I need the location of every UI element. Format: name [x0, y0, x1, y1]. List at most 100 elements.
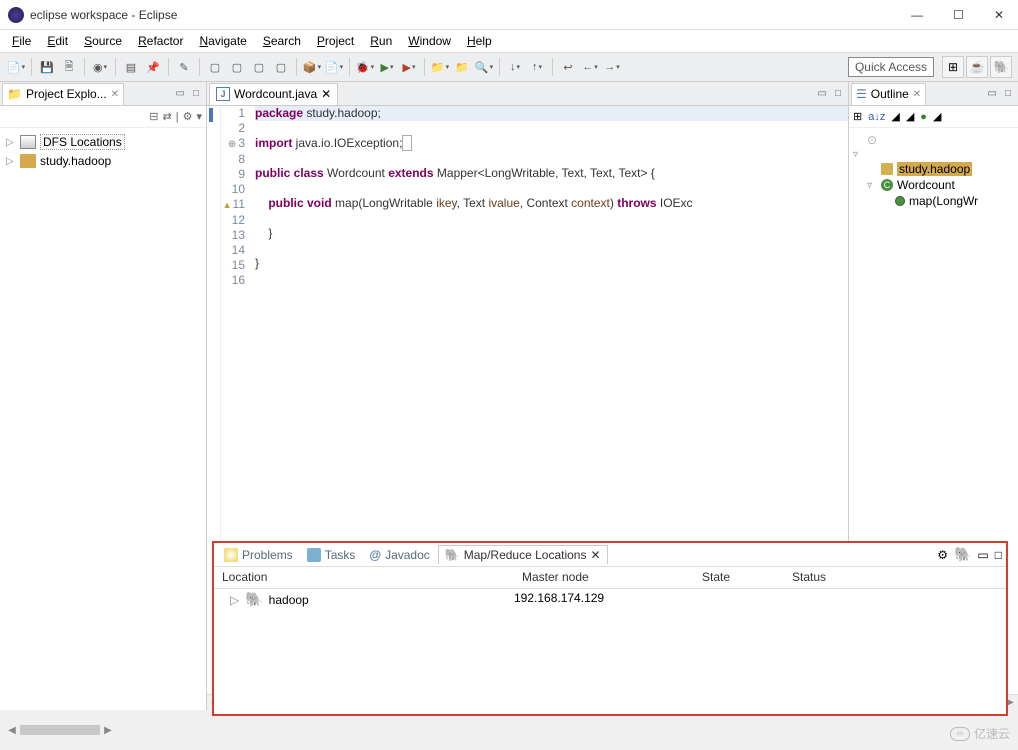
menu-project[interactable]: Project: [311, 32, 360, 50]
view-minimize-icon[interactable]: ▭: [173, 88, 188, 99]
new-button[interactable]: 📄: [6, 57, 26, 77]
status-value: [784, 591, 1006, 608]
java-perspective-button[interactable]: ☕: [966, 56, 988, 78]
step4-button[interactable]: ▢: [271, 57, 291, 77]
location-name: hadoop: [269, 593, 309, 607]
focus-icon[interactable]: ⊙: [867, 133, 877, 147]
tab-map-reduce-locations[interactable]: 🐘Map/Reduce Locations ✕: [438, 545, 608, 564]
tree-item-DFS Locations[interactable]: ▷DFS Locations: [6, 132, 200, 152]
menu-source[interactable]: Source: [78, 32, 128, 50]
prev-annot-button[interactable]: ↑: [527, 57, 547, 77]
hide-local-icon[interactable]: ◢: [933, 110, 941, 123]
java-file-icon: J: [216, 87, 230, 101]
outline-wordcount[interactable]: ▿CWordcount: [853, 177, 1014, 193]
view-menu-icon[interactable]: ▾: [196, 110, 202, 123]
project-explorer-title: Project Explo...: [26, 87, 107, 101]
editor-tab-label: Wordcount.java: [234, 87, 317, 101]
table-row[interactable]: ▷ 🐘 hadoop 192.168.174.129: [214, 589, 1006, 610]
open-type-button[interactable]: 📁: [430, 57, 450, 77]
view-maximize-icon[interactable]: □: [190, 88, 202, 99]
explorer-horizontal-scrollbar[interactable]: ◀▶: [4, 722, 204, 738]
editor-maximize-icon[interactable]: □: [832, 88, 844, 99]
breakpoint-button[interactable]: ◉: [90, 57, 110, 77]
menu-search[interactable]: Search: [257, 32, 307, 50]
run-button[interactable]: ▶: [377, 57, 397, 77]
bottom-maximize-icon[interactable]: □: [995, 548, 1002, 562]
outline-tab[interactable]: ☰ Outline ✕: [851, 83, 926, 105]
titlebar: eclipse workspace - Eclipse — ☐ ✕: [0, 0, 1018, 30]
search-button[interactable]: 🔍: [474, 57, 494, 77]
az-sort-icon[interactable]: a↓z: [868, 111, 885, 123]
col-state[interactable]: State: [694, 567, 784, 588]
close-view-icon[interactable]: ✕: [111, 89, 119, 100]
editor-minimize-icon[interactable]: ▭: [815, 88, 830, 99]
window-title: eclipse workspace - Eclipse: [30, 8, 905, 22]
menu-run[interactable]: Run: [364, 32, 398, 50]
bottom-panel: ProblemsTasks@Javadoc🐘Map/Reduce Locatio…: [212, 541, 1008, 716]
hide-nonpublic-icon[interactable]: ●: [920, 111, 927, 123]
new-java-button[interactable]: 📦: [302, 57, 322, 77]
tree-item-study-hadoop[interactable]: ▷study.hadoop: [6, 152, 200, 170]
menu-refactor[interactable]: Refactor: [132, 32, 189, 50]
step1-button[interactable]: ▢: [205, 57, 225, 77]
state-value: [694, 591, 784, 608]
menubar: FileEditSourceRefactorNavigate SearchProj…: [0, 30, 1018, 52]
open-perspective-button[interactable]: ⊞: [942, 56, 964, 78]
watermark: ∞ 亿速云: [950, 725, 1010, 742]
wand-button[interactable]: ✎: [174, 57, 194, 77]
save-all-button[interactable]: 🗎: [59, 57, 79, 77]
open-task-button[interactable]: 📁: [452, 57, 472, 77]
col-location[interactable]: Location: [214, 567, 514, 588]
menu-edit[interactable]: Edit: [41, 32, 74, 50]
project-explorer-tab[interactable]: 📁 Project Explo... ✕: [2, 83, 124, 105]
save-button[interactable]: 💾: [37, 57, 57, 77]
pin-button[interactable]: 📌: [143, 57, 163, 77]
eclipse-icon: [8, 7, 24, 23]
menu-help[interactable]: Help: [461, 32, 498, 50]
outline-maximize-icon[interactable]: □: [1002, 88, 1014, 99]
filter-icon[interactable]: ⚙: [183, 110, 193, 123]
outline-minimize-icon[interactable]: ▭: [985, 88, 1000, 99]
master-node-value: 192.168.174.129: [514, 591, 694, 608]
last-edit-button[interactable]: ↩: [558, 57, 578, 77]
debug-button[interactable]: 🐞: [355, 57, 375, 77]
link-editor-icon[interactable]: ⇄: [163, 110, 172, 123]
col-status[interactable]: Status: [784, 567, 1006, 588]
minimize-button[interactable]: —: [905, 8, 929, 22]
maximize-button[interactable]: ☐: [947, 8, 970, 22]
tab-javadoc[interactable]: @Javadoc: [363, 546, 435, 564]
quick-access-input[interactable]: Quick Access: [848, 57, 934, 77]
bottom-minimize-icon[interactable]: ▭: [977, 548, 988, 562]
back-button[interactable]: ←: [580, 57, 600, 77]
close-tab-icon[interactable]: ✕: [321, 87, 331, 101]
edit-location-icon[interactable]: 🐘: [954, 546, 971, 563]
collapse-all-icon[interactable]: ⊟: [149, 110, 158, 123]
step2-button[interactable]: ▢: [227, 57, 247, 77]
editor-tab[interactable]: J Wordcount.java ✕: [209, 83, 338, 105]
outline-study-hadoop[interactable]: study.hadoop: [853, 161, 1014, 177]
new-class-button[interactable]: 📄: [324, 57, 344, 77]
next-annot-button[interactable]: ↓: [505, 57, 525, 77]
new-location-icon[interactable]: ⚙: [937, 548, 948, 562]
hadoop-icon: 🐘: [245, 591, 262, 608]
tab-tasks[interactable]: Tasks: [301, 546, 362, 564]
ext-tools-button[interactable]: ▶: [399, 57, 419, 77]
forward-button[interactable]: →: [602, 57, 622, 77]
menu-window[interactable]: Window: [402, 32, 457, 50]
table-header: Location Master node State Status: [214, 567, 1006, 589]
close-button[interactable]: ✕: [988, 8, 1010, 22]
outline-map-longwr[interactable]: map(LongWr: [853, 193, 1014, 209]
expand-arrow-icon[interactable]: ▷: [230, 593, 239, 607]
hide-fields-icon[interactable]: ◢: [891, 110, 899, 123]
menu-file[interactable]: File: [6, 32, 37, 50]
project-explorer-view: 📁 Project Explo... ✕ ▭ □ ⊟ ⇄ | ⚙ ▾ ▷DFS …: [0, 82, 207, 710]
mapreduce-perspective-button[interactable]: 🐘: [990, 56, 1012, 78]
sort-icon[interactable]: ⊞: [853, 110, 862, 123]
tab-problems[interactable]: Problems: [218, 546, 299, 564]
hide-static-icon[interactable]: ◢: [906, 110, 914, 123]
close-outline-icon[interactable]: ✕: [913, 89, 921, 100]
col-master[interactable]: Master node: [514, 567, 694, 588]
toggle-button[interactable]: ▤: [121, 57, 141, 77]
step3-button[interactable]: ▢: [249, 57, 269, 77]
menu-navigate[interactable]: Navigate: [193, 32, 252, 50]
